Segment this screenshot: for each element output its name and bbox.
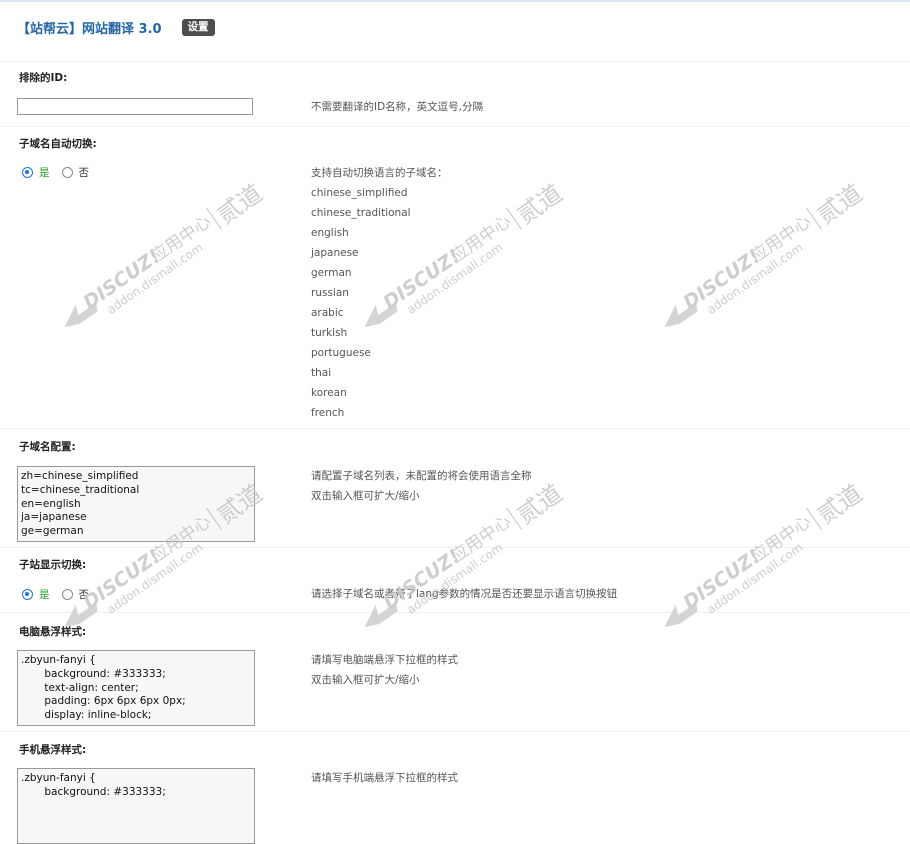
subdomain-auto-no-label[interactable]: 否 — [79, 165, 90, 180]
tip-line: 双击输入框可扩大/缩小 — [311, 674, 420, 686]
language-item: chinese_traditional — [311, 207, 411, 219]
watermark-brand: DISCUZ! — [79, 245, 164, 314]
textarea-line: ge=german — [21, 525, 84, 538]
language-item: korean — [311, 387, 347, 399]
subdomain-config-label: 子域名配置: — [19, 441, 76, 453]
discuz-watermark: DISCUZ! 应用中心 addon.dismall.com 贰道 — [658, 460, 868, 628]
mobile-style-textarea[interactable]: .zbyun-fanyi { background: #333333; — [17, 768, 255, 844]
textarea-line: .zbyun-fanyi { — [21, 654, 96, 666]
discuz-logo-icon: DISCUZ!应用中心addon.dismall.com贰道 — [664, 479, 868, 628]
watermark-separator — [806, 207, 823, 230]
language-item: turkish — [311, 327, 348, 339]
divider — [0, 612, 910, 613]
substation-display-tip: 请选择子域名或者带了lang参数的情况是否还要显示语言切换按钮 — [311, 588, 618, 600]
plugin-title: 【站帮云】网站翻译 3.0 — [17, 21, 162, 37]
discuz-logo-icon: DISCUZ!应用中心addon.dismall.com贰道 — [664, 179, 868, 328]
watermark-mark: 贰道 — [812, 479, 867, 529]
substation-display-yes-radio[interactable] — [22, 589, 33, 600]
watermark-site: addon.dismall.com — [704, 540, 805, 617]
textarea-line: tc=chinese_traditional — [21, 483, 140, 496]
discuz-logo-icon: DISCUZ!应用中心addon.dismall.com贰道 — [64, 179, 268, 328]
language-item: russian — [311, 287, 349, 299]
language-item: german — [311, 267, 352, 279]
textarea-line: .zbyun-fanyi { — [21, 772, 96, 784]
divider — [0, 126, 910, 127]
substation-display-no-radio[interactable] — [61, 589, 73, 600]
textarea-line: padding: 6px 6px 6px 0px; — [21, 695, 186, 708]
pc-style-tip: 请填写电脑端悬浮下拉框的样式 双击输入框可扩大/缩小 — [311, 650, 458, 690]
divider — [0, 428, 910, 429]
watermark-site: addon.dismall.com — [104, 240, 205, 317]
watermark-cn: 应用中心 — [748, 212, 815, 267]
substation-display-label: 子站显示切换: — [19, 559, 87, 571]
subdomain-config-textarea[interactable]: zh=chinese_simplified tc=chinese_traditio… — [17, 466, 255, 542]
exclude-id-tip: 不需要翻译的ID名称，英文逗号,分隔 — [311, 101, 484, 113]
language-item: thai — [311, 367, 332, 379]
watermark-brand: DISCUZ! — [679, 245, 764, 314]
header: 【站帮云】网站翻译 3.0 设置 — [17, 17, 215, 37]
watermark-mark: 贰道 — [212, 179, 267, 229]
exclude-id-input[interactable] — [17, 98, 253, 115]
textarea-line: display: inline-block; — [21, 709, 152, 722]
tip-line: 双击输入框可扩大/缩小 — [311, 490, 420, 502]
divider — [0, 731, 910, 732]
discuz-watermark: DISCUZ! 应用中心 addon.dismall.com 贰道 — [658, 160, 868, 328]
arrow-icon — [64, 302, 98, 328]
watermark-brand: DISCUZ! — [79, 545, 164, 614]
watermark-separator — [506, 207, 523, 230]
watermark-mark: 贰道 — [512, 179, 567, 229]
watermark-cn: 应用中心 — [448, 512, 515, 567]
language-item: french — [311, 407, 345, 419]
watermark-separator — [206, 207, 223, 230]
substation-display-radio-group: 是 否 — [22, 587, 101, 602]
pc-style-label: 电脑悬浮样式: — [19, 626, 87, 638]
watermark-separator — [806, 507, 823, 530]
watermark-site: addon.dismall.com — [404, 540, 505, 617]
tip-line: 请填写电脑端悬浮下拉框的样式 — [311, 654, 458, 666]
substation-display-no-label[interactable]: 否 — [79, 587, 90, 602]
watermark-site: addon.dismall.com — [704, 240, 805, 317]
language-item: japanese — [311, 247, 359, 259]
substation-display-yes-label[interactable]: 是 — [39, 587, 50, 602]
watermark-mark: 贰道 — [812, 179, 867, 229]
subdomain-config-tip: 请配置子域名列表，未配置的将会使用语言全称 双击输入框可扩大/缩小 — [311, 466, 532, 506]
subdomain-tip-title: 支持自动切换语言的子域名： — [311, 167, 448, 179]
pc-style-textarea[interactable]: .zbyun-fanyi { background: #333333; text… — [17, 650, 255, 726]
textarea-line: ja=japanese — [21, 511, 87, 524]
divider — [0, 61, 910, 62]
watermark-cn: 应用中心 — [148, 212, 215, 267]
mobile-style-label: 手机悬浮样式: — [19, 744, 87, 756]
subdomain-auto-yes-label[interactable]: 是 — [39, 165, 50, 180]
watermark-cn: 应用中心 — [448, 212, 515, 267]
subdomain-auto-label: 子域名自动切换: — [19, 138, 97, 150]
textarea-line: background: #333333; — [21, 667, 166, 680]
language-item: chinese_simplified — [311, 187, 408, 199]
watermark-brand: DISCUZ! — [679, 545, 764, 614]
watermark-cn: 应用中心 — [748, 512, 815, 567]
watermark-site: addon.dismall.com — [104, 540, 205, 617]
top-border — [0, 0, 910, 2]
textarea-line: en=english — [21, 497, 81, 510]
subdomain-auto-radio-group: 是 否 — [22, 165, 101, 180]
subdomain-auto-yes-radio[interactable] — [22, 167, 33, 178]
divider — [0, 547, 910, 548]
language-item: arabic — [311, 307, 344, 319]
settings-tab[interactable]: 设置 — [181, 18, 215, 36]
language-item: english — [311, 227, 349, 239]
tip-line: 请配置子域名列表，未配置的将会使用语言全称 — [311, 470, 532, 482]
language-item: portuguese — [311, 347, 371, 359]
arrow-icon — [664, 602, 698, 628]
exclude-id-label: 排除的ID: — [19, 72, 68, 84]
textarea-line: zh=chinese_simplified — [21, 470, 139, 482]
subdomain-auto-no-radio[interactable] — [61, 167, 73, 178]
arrow-icon — [664, 302, 698, 328]
textarea-line: text-align: center; — [21, 681, 139, 694]
subdomain-auto-tip: 支持自动切换语言的子域名： chinese_simplified chinese… — [311, 163, 448, 423]
mobile-style-tip: 请填写手机端悬浮下拉框的样式 — [311, 772, 458, 784]
watermark-separator — [506, 507, 523, 530]
